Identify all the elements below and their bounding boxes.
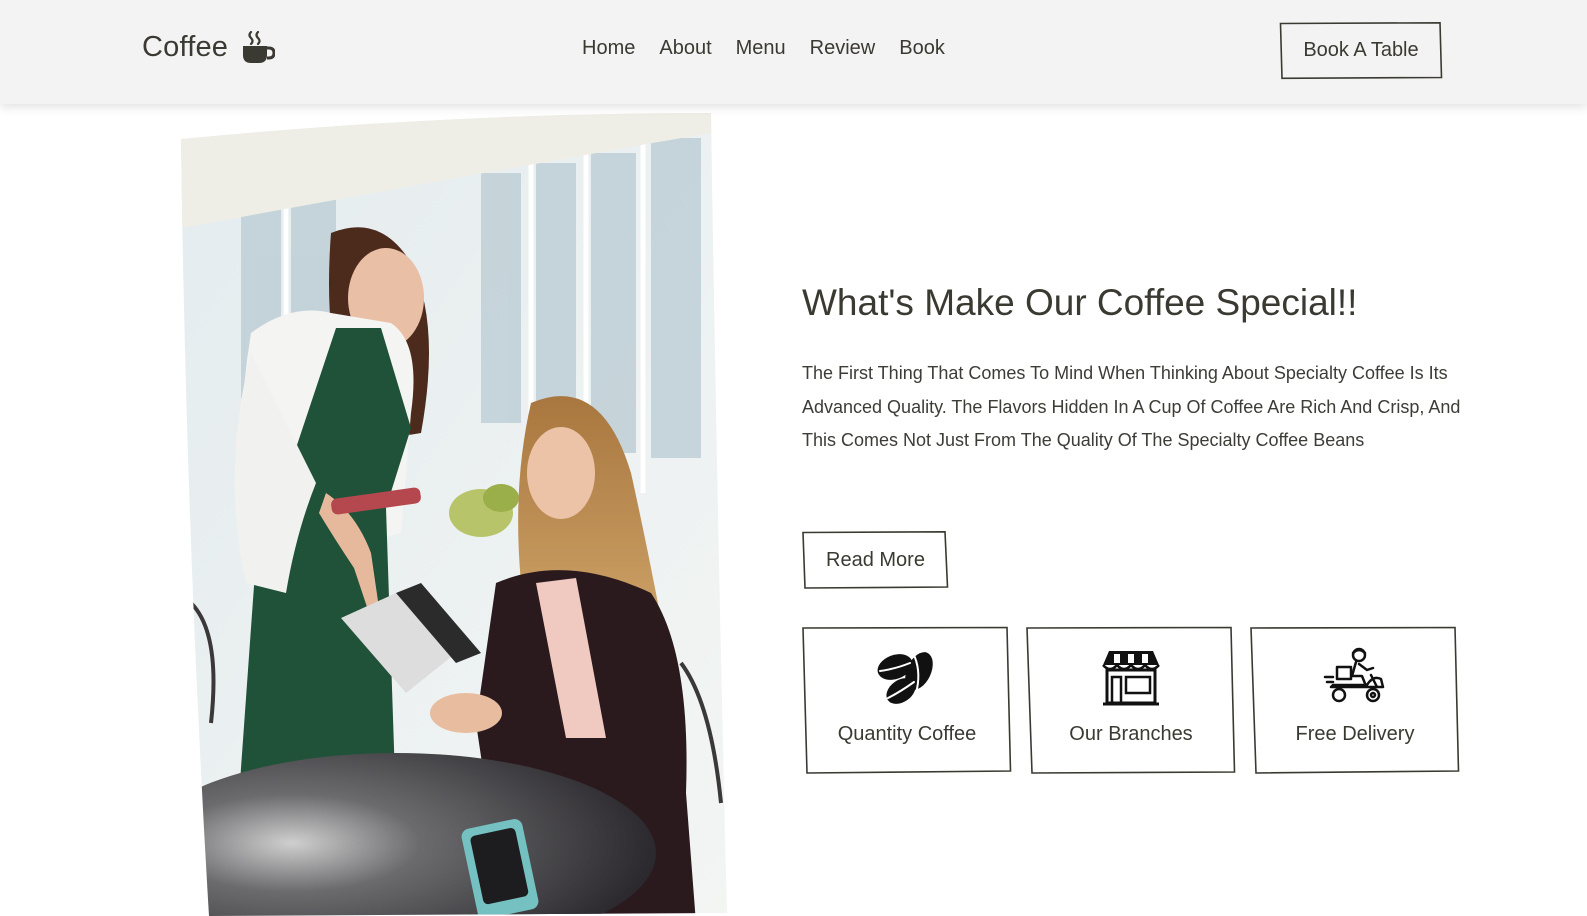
feature-label: Our Branches	[1069, 723, 1193, 745]
nav-about[interactable]: About	[659, 37, 711, 60]
hero-photo	[181, 113, 727, 916]
nav-home[interactable]: Home	[582, 37, 635, 60]
feature-label: Quantity Coffee	[837, 723, 977, 745]
coffee-cup-icon	[243, 30, 276, 63]
nav-book[interactable]: Book	[899, 37, 945, 60]
feature-cards: Quantity Coffee Our Branches Free Delive…	[802, 626, 1460, 774]
feature-card-free-delivery[interactable]: Free Delivery	[1250, 626, 1460, 774]
main-nav: Home About Menu Review Book	[582, 37, 945, 60]
brand-name: Coffee	[142, 30, 229, 63]
section-title: What's Make Our Coffee Special!!	[802, 282, 1358, 323]
shop-icon	[1102, 651, 1160, 706]
nav-review[interactable]: Review	[810, 37, 876, 60]
read-more-label: Read More	[826, 548, 925, 571]
waitress-serving-customer-photo	[181, 113, 727, 916]
nav-menu[interactable]: Menu	[736, 37, 786, 60]
feature-card-quantity-coffee[interactable]: Quantity Coffee	[802, 626, 1012, 774]
site-header: Coffee Home About Menu Review Book Book …	[0, 0, 1587, 104]
delivery-scooter-icon	[1323, 647, 1385, 703]
feature-card-our-branches[interactable]: Our Branches	[1026, 626, 1236, 774]
read-more-button[interactable]: Read More	[802, 530, 949, 589]
book-table-label: Book A Table	[1303, 39, 1419, 61]
book-table-button[interactable]: Book A Table	[1279, 21, 1443, 80]
section-description: The First Thing That Comes To Mind When …	[802, 363, 1461, 451]
brand-logo[interactable]: Coffee	[142, 30, 276, 64]
coffee-beans-icon	[877, 652, 933, 704]
feature-label: Free Delivery	[1295, 723, 1415, 745]
